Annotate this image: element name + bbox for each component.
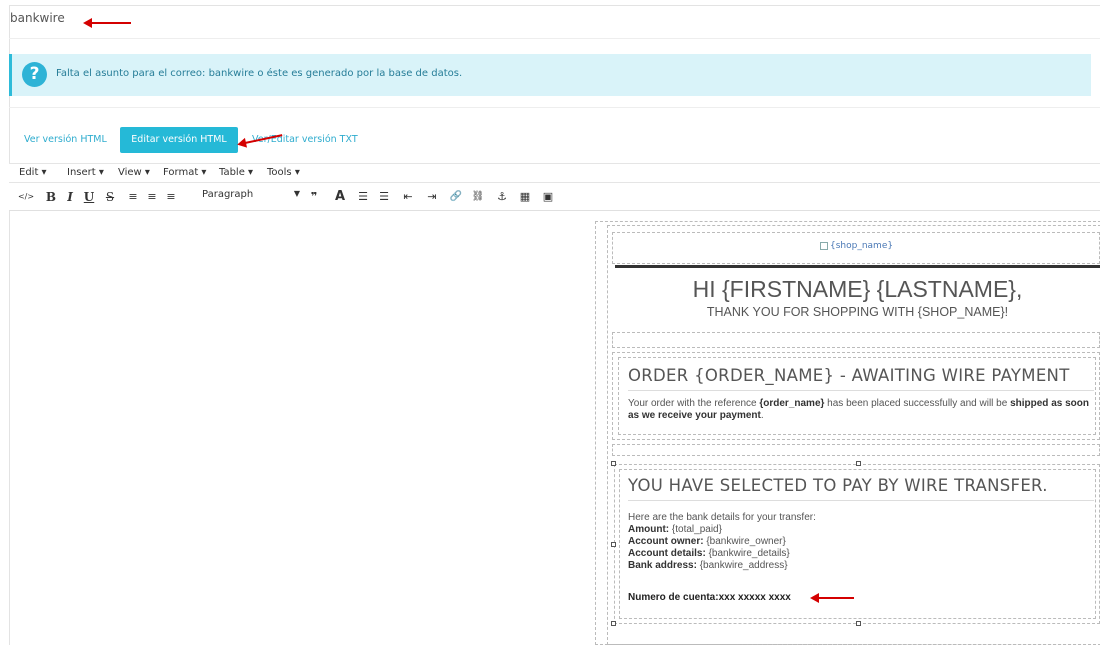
media-icon[interactable]: ▦ xyxy=(516,188,534,206)
spacer-cell xyxy=(612,332,1100,348)
divider xyxy=(628,390,1094,391)
link-icon[interactable]: 🔗 xyxy=(447,188,465,206)
greeting-heading: HI {FIRSTNAME} {LASTNAME}, xyxy=(692,276,1023,302)
menu-insert[interactable]: Insert ▾ xyxy=(67,167,104,178)
editor-toolbar: </> B I U S ≡ ≡ ≡ Paragraph ▼ ❞ A ☰ ☰ ⇤ … xyxy=(9,183,1100,211)
order-title: ORDER {ORDER_NAME} - AWAITING WIRE PAYME… xyxy=(628,366,1070,385)
resize-handle[interactable] xyxy=(611,621,616,626)
tab-view-html[interactable]: Ver versión HTML xyxy=(24,127,107,153)
format-select-value: Paragraph xyxy=(202,189,254,200)
detail-owner: Account owner: {bankwire_owner} xyxy=(628,536,786,547)
detail-address: Bank address: {bankwire_address} xyxy=(628,560,788,571)
resize-handle[interactable] xyxy=(856,621,861,626)
menu-format[interactable]: Format ▾ xyxy=(163,167,206,178)
resize-handle[interactable] xyxy=(611,461,616,466)
thanks-subheading: THANK YOU FOR SHOPPING WITH {SHOP_NAME}! xyxy=(706,305,1009,319)
chevron-down-icon: ▼ xyxy=(293,189,300,198)
indent-icon[interactable]: ⇥ xyxy=(423,188,441,206)
unlink-icon[interactable]: ⛓ xyxy=(469,188,487,206)
bullet-list-icon[interactable]: ☰ xyxy=(354,188,372,206)
wire-title: YOU HAVE SELECTED TO PAY BY WIRE TRANSFE… xyxy=(628,476,1048,495)
menu-edit[interactable]: Edit ▾ xyxy=(19,167,47,178)
align-right-icon[interactable]: ≡ xyxy=(162,188,180,206)
header-divider xyxy=(615,265,1100,268)
align-left-icon[interactable]: ≡ xyxy=(124,188,142,206)
underline-icon[interactable]: U xyxy=(80,188,98,206)
outdent-icon[interactable]: ⇤ xyxy=(399,188,417,206)
bold-icon[interactable]: B xyxy=(42,188,60,206)
question-icon: ? xyxy=(22,62,47,87)
divider xyxy=(9,107,1100,108)
bank-intro: Here are the bank details for your trans… xyxy=(628,512,816,523)
strikethrough-icon[interactable]: S xyxy=(101,188,119,206)
menu-view[interactable]: View ▾ xyxy=(118,167,150,178)
italic-icon[interactable]: I xyxy=(61,188,79,206)
alert-message: Falta el asunto para el correo: bankwire… xyxy=(56,68,463,79)
format-select[interactable]: Paragraph ▼ xyxy=(202,189,302,205)
spacer-cell xyxy=(612,444,1100,456)
divider xyxy=(628,500,1094,501)
anchor-icon[interactable]: ⚓ xyxy=(493,188,511,206)
detail-amount: Amount: {total_paid} xyxy=(628,524,722,535)
shop-logo-image: {shop_name} xyxy=(820,241,893,251)
blockquote-icon[interactable]: ❞ xyxy=(305,188,323,206)
image-icon[interactable]: ▣ xyxy=(539,188,557,206)
menu-tools[interactable]: Tools ▾ xyxy=(267,167,300,178)
tab-edit-html[interactable]: Editar versión HTML xyxy=(120,127,238,153)
account-number: Numero de cuenta:xxx xxxxx xxxx xyxy=(628,592,791,603)
text-color-icon[interactable]: A xyxy=(331,188,349,206)
template-title: bankwire xyxy=(10,11,65,25)
order-text: Your order with the reference {order_nam… xyxy=(628,398,1089,421)
numbered-list-icon[interactable]: ☰ xyxy=(375,188,393,206)
broken-image-icon xyxy=(820,241,828,250)
annotation-arrow-account xyxy=(810,593,854,603)
resize-handle[interactable] xyxy=(611,542,616,547)
annotation-arrow-title xyxy=(83,18,131,28)
align-center-icon[interactable]: ≡ xyxy=(143,188,161,206)
editor-menubar: Edit ▾ Insert ▾ View ▾ Format ▾ Table ▾ … xyxy=(9,163,1100,183)
menu-table[interactable]: Table ▾ xyxy=(219,167,253,178)
resize-handle[interactable] xyxy=(856,461,861,466)
info-alert: ? Falta el asunto para el correo: bankwi… xyxy=(9,54,1091,96)
divider xyxy=(9,38,1100,39)
tab-edit-txt[interactable]: Ver/Editar versión TXT xyxy=(252,127,358,153)
detail-account: Account details: {bankwire_details} xyxy=(628,548,790,559)
source-code-icon[interactable]: </> xyxy=(17,188,35,206)
logo-alt-text: {shop_name} xyxy=(830,241,894,251)
